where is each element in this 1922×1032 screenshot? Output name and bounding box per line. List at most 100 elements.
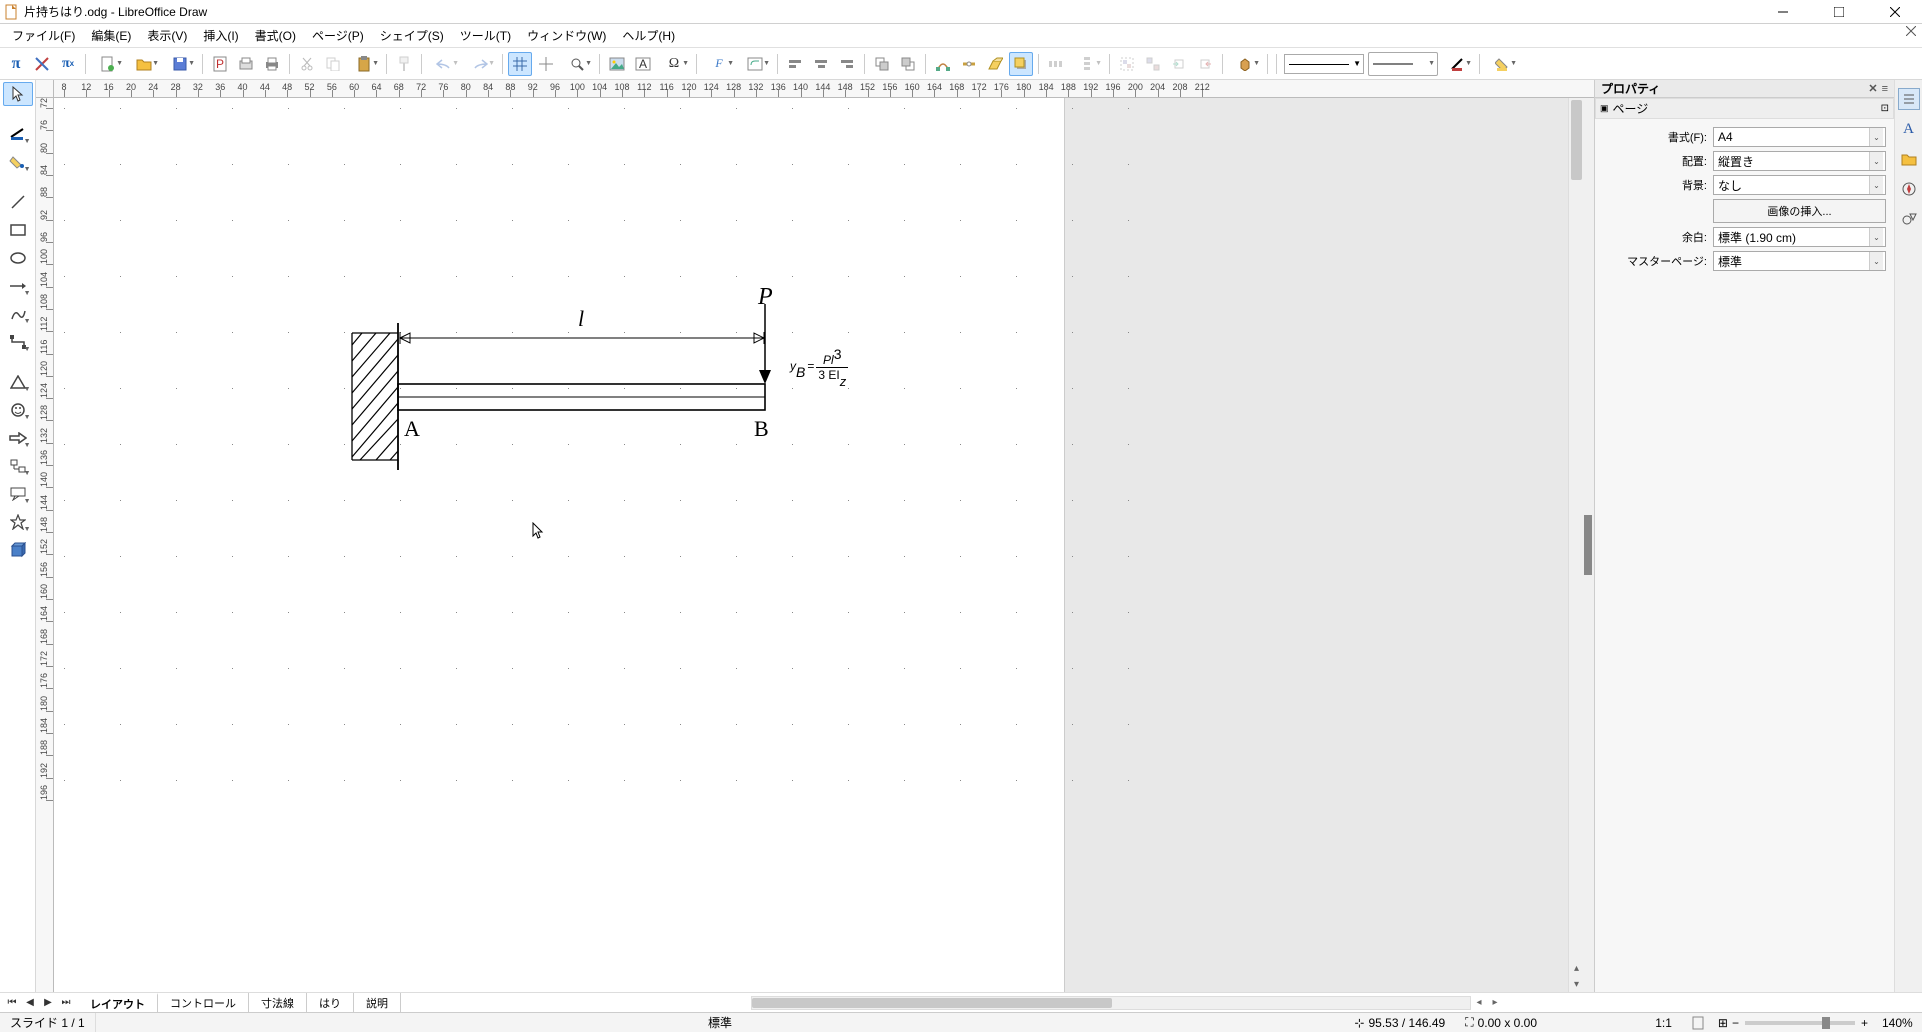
zoom-fit-icon[interactable]: ⊞ xyxy=(1718,1016,1728,1030)
nav-prev-icon[interactable]: ◀ xyxy=(22,995,38,1011)
close-button[interactable] xyxy=(1880,2,1910,22)
hscroll-right-icon[interactable]: ▸ xyxy=(1487,997,1503,1008)
snap-guides-button[interactable] xyxy=(534,52,558,76)
enter-group-button[interactable] xyxy=(1167,52,1191,76)
insert-hyperlink-button[interactable]: ▼ xyxy=(738,52,772,76)
sidebar-properties-icon[interactable] xyxy=(1898,88,1920,110)
symbol-shapes-tool[interactable]: ▼ xyxy=(3,398,33,422)
insert-special-char-button[interactable]: Ω▼ xyxy=(657,52,691,76)
print-button[interactable] xyxy=(260,52,284,76)
zoom-in-icon[interactable]: + xyxy=(1861,1016,1868,1030)
minimize-button[interactable] xyxy=(1768,2,1798,22)
status-ratio[interactable]: 1:1 xyxy=(1645,1013,1682,1032)
menu-help[interactable]: ヘルプ(H) xyxy=(614,25,683,46)
insert-fontwork-button[interactable]: F▼ xyxy=(702,52,736,76)
exit-group-button[interactable] xyxy=(1193,52,1217,76)
hscroll-left-icon[interactable]: ◂ xyxy=(1471,997,1487,1008)
drawing-canvas[interactable]: l P A B y B = Pl3 3 EIz xyxy=(54,98,1568,992)
grid-button[interactable] xyxy=(508,52,532,76)
section-more-icon[interactable]: ⊡ xyxy=(1881,103,1889,114)
zoom-slider[interactable] xyxy=(1745,1021,1855,1025)
copy-button[interactable] xyxy=(321,52,345,76)
menu-insert[interactable]: 挿入(I) xyxy=(195,25,246,46)
hscroll-thumb[interactable] xyxy=(752,998,1112,1008)
format-combo[interactable]: A4⌄ xyxy=(1713,127,1886,147)
sidebar-gallery-icon[interactable] xyxy=(1898,148,1920,170)
clone-format-button[interactable] xyxy=(392,52,416,76)
ellipse-tool[interactable] xyxy=(3,246,33,270)
status-zoom[interactable]: 140% xyxy=(1872,1013,1922,1032)
insert-image-button-panel[interactable]: 画像の挿入... xyxy=(1713,199,1886,223)
line-width-combo[interactable]: ▼ xyxy=(1368,52,1438,76)
sidebar-shapes-icon[interactable] xyxy=(1898,208,1920,230)
vertical-ruler[interactable]: 7276808488929610010410811211612012412813… xyxy=(36,98,54,992)
formula-pix-icon[interactable]: πx xyxy=(56,52,80,76)
edit-points-button[interactable] xyxy=(931,52,955,76)
maximize-button[interactable] xyxy=(1824,2,1854,22)
ungroup-button[interactable] xyxy=(1141,52,1165,76)
cut-button[interactable] xyxy=(295,52,319,76)
group-button[interactable] xyxy=(1115,52,1139,76)
vertical-scrollbar[interactable]: ▴ ▾ xyxy=(1568,98,1584,992)
zoom-out-icon[interactable]: − xyxy=(1732,1016,1739,1030)
extrusion-button[interactable] xyxy=(983,52,1007,76)
menu-format[interactable]: 書式(O) xyxy=(247,25,304,46)
tab-beam[interactable]: はり xyxy=(307,993,354,1012)
bg-combo[interactable]: なし⌄ xyxy=(1713,175,1886,195)
menu-file[interactable]: ファイル(F) xyxy=(4,25,83,46)
glue-points-button[interactable] xyxy=(957,52,981,76)
open-button[interactable]: ▼ xyxy=(127,52,161,76)
formula-pi-icon[interactable]: π xyxy=(4,52,28,76)
line-color-tool[interactable]: ▼ xyxy=(3,122,33,146)
sidebar-styles-icon[interactable]: A xyxy=(1898,118,1920,140)
vscroll-down-icon[interactable]: ▾ xyxy=(1569,976,1584,992)
line-style-combo[interactable]: ▼ xyxy=(1284,54,1364,74)
print-preview-button[interactable] xyxy=(234,52,258,76)
menu-edit[interactable]: 編集(E) xyxy=(83,25,139,46)
nav-next-icon[interactable]: ▶ xyxy=(40,995,56,1011)
fill-color-tool[interactable]: ▼ xyxy=(3,150,33,174)
menu-window[interactable]: ウィンドウ(W) xyxy=(519,25,614,46)
connector-tool[interactable]: ▼ xyxy=(3,330,33,354)
menu-page[interactable]: ページ(P) xyxy=(304,25,372,46)
properties-menu-icon[interactable]: ≡ xyxy=(1882,83,1888,95)
tab-control[interactable]: コントロール xyxy=(158,993,249,1012)
arrow-tool[interactable]: ▼ xyxy=(3,274,33,298)
line-tool[interactable] xyxy=(3,190,33,214)
horizontal-ruler[interactable]: 8121620242832364044485256606468727680848… xyxy=(54,80,1594,98)
menubar-close-icon[interactable] xyxy=(1906,26,1916,36)
menu-view[interactable]: 表示(V) xyxy=(139,25,195,46)
distribute-v-button[interactable]: ▼ xyxy=(1070,52,1104,76)
menu-shape[interactable]: シェイプ(S) xyxy=(372,25,452,46)
insert-textbox-button[interactable]: A xyxy=(631,52,655,76)
distribute-h-button[interactable] xyxy=(1044,52,1068,76)
properties-section-page[interactable]: ▣ ページ ⊡ xyxy=(1595,98,1894,119)
panel-collapse-handle[interactable] xyxy=(1584,515,1592,575)
export-pdf-button[interactable]: P xyxy=(208,52,232,76)
save-button[interactable]: ▼ xyxy=(163,52,197,76)
master-combo[interactable]: 標準⌄ xyxy=(1713,251,1886,271)
insert-image-button[interactable] xyxy=(605,52,629,76)
align-left-button[interactable] xyxy=(783,52,807,76)
select-tool[interactable] xyxy=(3,82,33,106)
basic-shapes-tool[interactable]: ▼ xyxy=(3,370,33,394)
status-signature-icon[interactable] xyxy=(1682,1013,1714,1032)
margin-combo[interactable]: 標準 (1.90 cm)⌄ xyxy=(1713,227,1886,247)
properties-close-icon[interactable]: ✕ xyxy=(1868,82,1877,95)
new-button[interactable]: ▼ xyxy=(91,52,125,76)
vscroll-up-icon[interactable]: ▴ xyxy=(1569,960,1584,976)
tab-desc[interactable]: 説明 xyxy=(354,993,401,1012)
3d-objects-tool[interactable] xyxy=(3,538,33,562)
tab-dims[interactable]: 寸法線 xyxy=(249,993,307,1012)
nav-last-icon[interactable]: ⏭ xyxy=(58,995,74,1011)
curve-tool[interactable]: ▼ xyxy=(3,302,33,326)
flowchart-tool[interactable]: ▼ xyxy=(3,454,33,478)
rect-tool[interactable] xyxy=(3,218,33,242)
callout-tool[interactable]: ▼ xyxy=(3,482,33,506)
zoom-button[interactable]: ▼ xyxy=(560,52,594,76)
nav-first-icon[interactable]: ⏮ xyxy=(4,995,20,1011)
block-arrows-tool[interactable]: ▼ xyxy=(3,426,33,450)
vscroll-thumb[interactable] xyxy=(1571,100,1582,180)
tab-layout[interactable]: レイアウト xyxy=(78,993,158,1012)
3d-button[interactable]: ▼ xyxy=(1228,52,1262,76)
